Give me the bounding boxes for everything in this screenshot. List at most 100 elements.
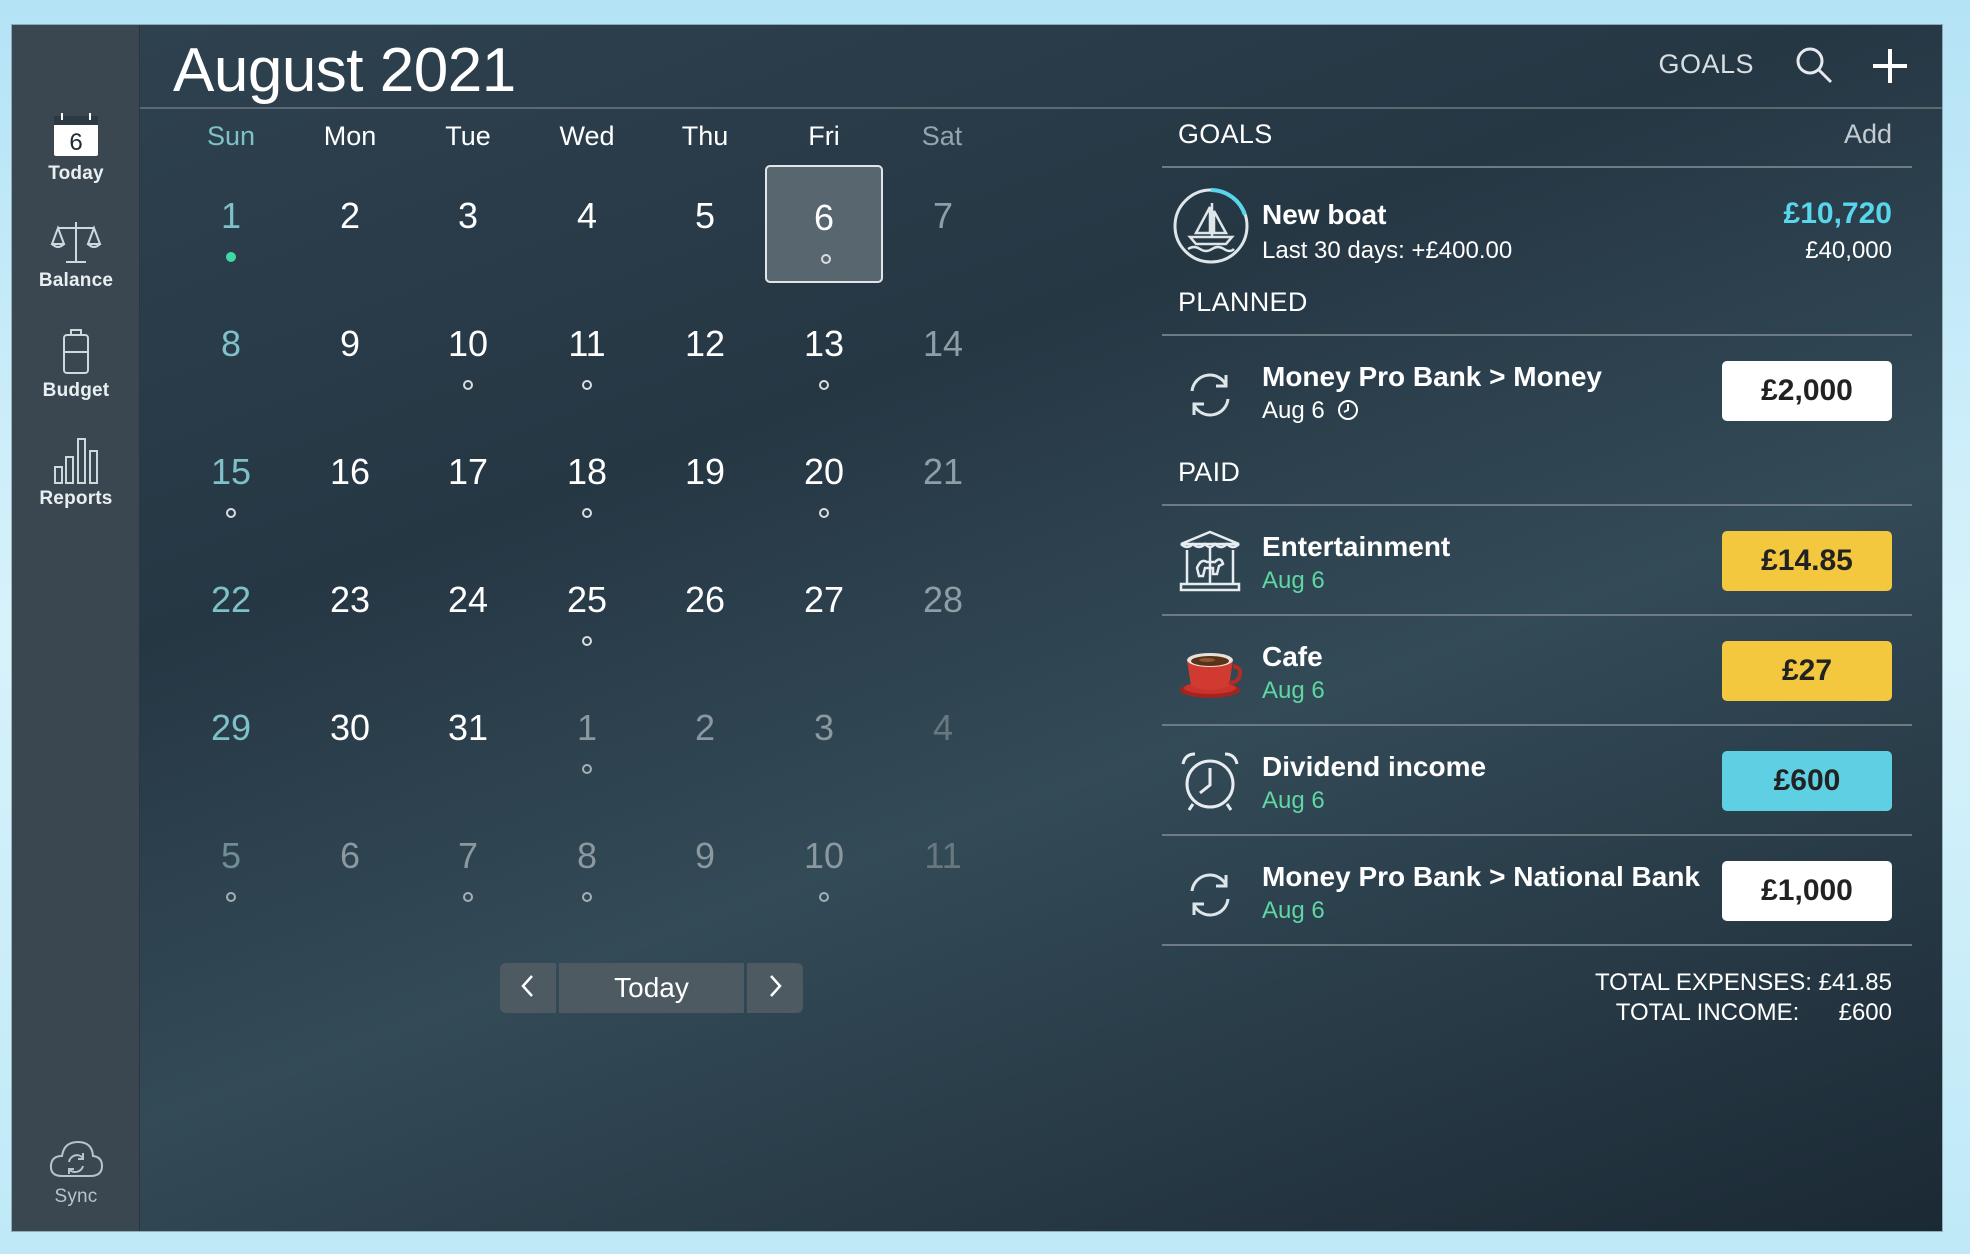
total-income: TOTAL INCOME: £600 bbox=[1595, 999, 1892, 1029]
day-number: 2 bbox=[694, 707, 716, 748]
paid-item[interactable]: Cafe Aug 6 £27 bbox=[1162, 617, 1912, 727]
sidebar-item-budget[interactable]: Budget bbox=[12, 327, 140, 417]
calendar-day[interactable]: 14 bbox=[884, 293, 1002, 411]
paid-item[interactable]: Entertainment Aug 6 £14.85 bbox=[1162, 507, 1912, 617]
amount-chip[interactable]: £14.85 bbox=[1722, 531, 1892, 591]
amount-chip[interactable]: £2,000 bbox=[1722, 361, 1892, 421]
calendar-day[interactable]: 13 bbox=[765, 293, 883, 411]
calendar-day[interactable]: 26 bbox=[646, 549, 764, 667]
calendar-day[interactable]: 1 bbox=[172, 165, 290, 283]
search-icon[interactable] bbox=[1794, 45, 1834, 85]
calendar-day[interactable]: 9 bbox=[291, 293, 409, 411]
calendar-day[interactable]: 30 bbox=[291, 677, 409, 795]
calendar-day[interactable]: 2 bbox=[291, 165, 409, 283]
calendar-day-selected[interactable]: 6 bbox=[765, 165, 883, 283]
goal-item[interactable]: New boat Last 30 days: +£400.00 £10,720 … bbox=[1162, 169, 1912, 279]
day-number: 26 bbox=[684, 579, 726, 620]
chevron-right-icon bbox=[767, 974, 783, 1003]
calendar-day[interactable]: 8 bbox=[528, 805, 646, 923]
calendar-day[interactable]: 7 bbox=[409, 805, 527, 923]
transaction-date: Aug 6 bbox=[1262, 677, 1325, 704]
sidebar-item-label: Balance bbox=[38, 270, 114, 291]
calendar-day[interactable]: 31 bbox=[409, 677, 527, 795]
day-number: 1 bbox=[220, 195, 242, 236]
calendar-day[interactable]: 16 bbox=[291, 421, 409, 539]
goals-link[interactable]: GOALS bbox=[1658, 49, 1754, 80]
sidebar-item-balance[interactable]: Balance bbox=[12, 217, 140, 307]
calendar-day[interactable]: 22 bbox=[172, 549, 290, 667]
goal-subtitle: Last 30 days: +£400.00 bbox=[1262, 237, 1513, 264]
calendar-day[interactable]: 12 bbox=[646, 293, 764, 411]
event-dot bbox=[819, 892, 829, 902]
event-dot bbox=[226, 252, 236, 262]
calendar-day[interactable]: 4 bbox=[528, 165, 646, 283]
goals-heading: GOALS bbox=[1178, 119, 1273, 149]
prev-month-button[interactable] bbox=[500, 963, 556, 1013]
weekday-label: Sun bbox=[206, 121, 256, 151]
calendar-day[interactable]: 4 bbox=[884, 677, 1002, 795]
calendar-day[interactable]: 25 bbox=[528, 549, 646, 667]
divider bbox=[1162, 944, 1912, 946]
amount-chip[interactable]: £1,000 bbox=[1722, 861, 1892, 921]
calendar-day[interactable]: 3 bbox=[409, 165, 527, 283]
event-dot bbox=[582, 636, 592, 646]
day-number: 24 bbox=[447, 579, 489, 620]
day-number: 20 bbox=[803, 451, 845, 492]
sidebar-item-today[interactable]: 6 Today bbox=[12, 110, 140, 200]
day-number: 2 bbox=[339, 195, 361, 236]
calendar-day[interactable]: 7 bbox=[884, 165, 1002, 283]
paid-item[interactable]: Money Pro Bank > National Bank Aug 6 £1,… bbox=[1162, 837, 1912, 947]
weekday-header: Sun Mon Tue Wed Thu Fri Sat bbox=[172, 121, 1012, 161]
calendar-day[interactable]: 19 bbox=[646, 421, 764, 539]
calendar-day[interactable]: 3 bbox=[765, 677, 883, 795]
goal-target: £40,000 bbox=[1805, 237, 1892, 264]
plus-icon[interactable] bbox=[1870, 43, 1910, 87]
day-number: 3 bbox=[457, 195, 479, 236]
calendar-icon: 6 bbox=[46, 110, 106, 160]
calendar-day[interactable]: 10 bbox=[409, 293, 527, 411]
sidebar-item-sync[interactable]: Sync bbox=[12, 1133, 140, 1223]
app-window: 6 Today Balance Budget Reports Sync Augu… bbox=[12, 25, 1942, 1231]
transaction-title: Money Pro Bank > Money bbox=[1262, 361, 1602, 392]
calendar-day[interactable]: 9 bbox=[646, 805, 764, 923]
day-number: 4 bbox=[576, 195, 598, 236]
calendar-day[interactable]: 10 bbox=[765, 805, 883, 923]
calendar-day[interactable]: 23 bbox=[291, 549, 409, 667]
calendar-day[interactable]: 8 bbox=[172, 293, 290, 411]
goal-amount: £10,720 bbox=[1783, 197, 1892, 230]
calendar-day[interactable]: 2 bbox=[646, 677, 764, 795]
event-dot bbox=[821, 254, 831, 264]
goals-add-link[interactable]: Add bbox=[1844, 119, 1892, 150]
calendar-day[interactable]: 11 bbox=[884, 805, 1002, 923]
calendar-day[interactable]: 5 bbox=[172, 805, 290, 923]
calendar-day[interactable]: 27 bbox=[765, 549, 883, 667]
calendar-day[interactable]: 11 bbox=[528, 293, 646, 411]
sidebar-item-reports[interactable]: Reports bbox=[12, 435, 140, 525]
calendar-day[interactable]: 20 bbox=[765, 421, 883, 539]
calendar-day[interactable]: 24 bbox=[409, 549, 527, 667]
event-dot bbox=[582, 764, 592, 774]
carousel-icon bbox=[1174, 525, 1246, 597]
event-dot bbox=[582, 508, 592, 518]
weekday-label: Mon bbox=[323, 121, 377, 151]
today-button[interactable]: Today bbox=[559, 963, 744, 1013]
next-month-button[interactable] bbox=[747, 963, 803, 1013]
calendar-day[interactable]: 5 bbox=[646, 165, 764, 283]
transaction-title: Money Pro Bank > National Bank bbox=[1262, 861, 1700, 892]
day-number: 10 bbox=[803, 835, 845, 876]
calendar-day[interactable]: 6 bbox=[291, 805, 409, 923]
calendar-day[interactable]: 21 bbox=[884, 421, 1002, 539]
paid-item[interactable]: Dividend income Aug 6 £600 bbox=[1162, 727, 1912, 837]
planned-item[interactable]: Money Pro Bank > Money Aug 6 £2,000 bbox=[1162, 337, 1912, 447]
calendar-day[interactable]: 15 bbox=[172, 421, 290, 539]
day-number: 8 bbox=[220, 323, 242, 364]
title-year: 2021 bbox=[379, 36, 516, 105]
calendar-day[interactable]: 18 bbox=[528, 421, 646, 539]
calendar-day[interactable]: 1 bbox=[528, 677, 646, 795]
calendar-day[interactable]: 17 bbox=[409, 421, 527, 539]
amount-chip[interactable]: £27 bbox=[1722, 641, 1892, 701]
day-number: 8 bbox=[576, 835, 598, 876]
calendar-day[interactable]: 29 bbox=[172, 677, 290, 795]
amount-chip[interactable]: £600 bbox=[1722, 751, 1892, 811]
calendar-day[interactable]: 28 bbox=[884, 549, 1002, 667]
